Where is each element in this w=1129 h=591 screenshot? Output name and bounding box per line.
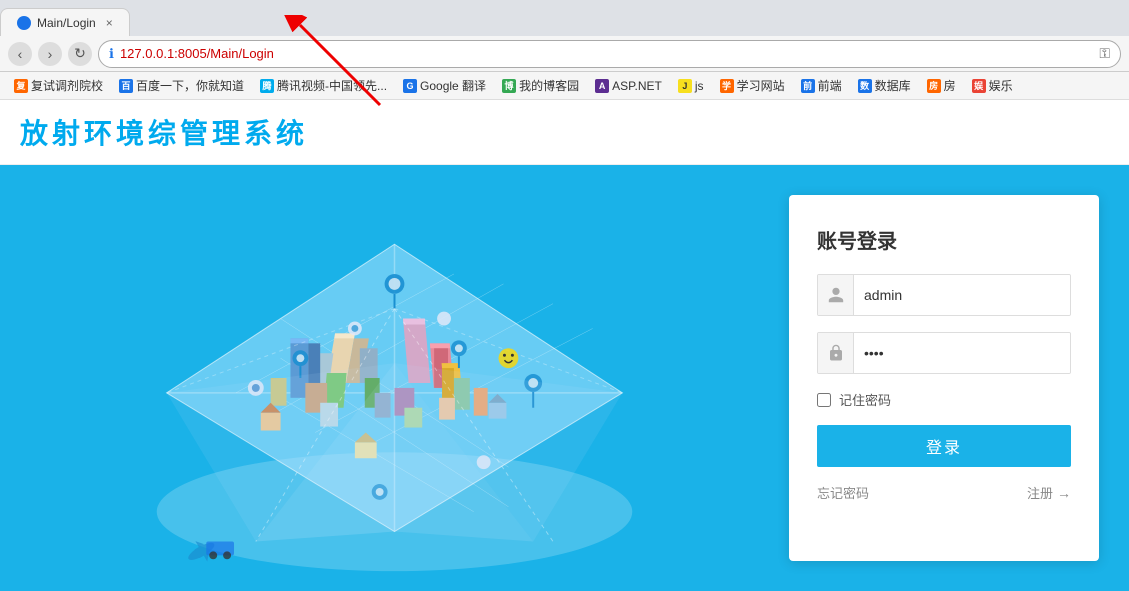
password-input[interactable] bbox=[854, 333, 1070, 373]
bookmark-label-study: 学习网站 bbox=[737, 77, 785, 94]
bookmark-icon-js: J bbox=[678, 79, 692, 93]
login-button[interactable]: 登录 bbox=[817, 425, 1071, 467]
city-area bbox=[0, 165, 789, 591]
username-input[interactable] bbox=[854, 275, 1070, 315]
address-bar-row: ‹ › ↻ ℹ 127.0.0.1:8005/Main/Login ⚿ bbox=[0, 36, 1129, 72]
user-svg-icon bbox=[827, 286, 845, 304]
bookmark-house[interactable]: 房房 bbox=[921, 75, 962, 96]
remember-row: 记住密码 bbox=[817, 390, 1071, 409]
bookmark-label-frontend: 前端 bbox=[818, 77, 842, 94]
password-input-group bbox=[817, 332, 1071, 374]
tab-favicon bbox=[17, 16, 31, 30]
bookmarks-bar: 复复试调剂院校百百度一下，你就知道腾腾讯视频-中国领先...GGoogle 翻译… bbox=[0, 72, 1129, 100]
active-tab[interactable]: Main/Login × bbox=[0, 8, 130, 36]
bookmark-tencent[interactable]: 腾腾讯视频-中国领先... bbox=[254, 75, 393, 96]
bookmark-js[interactable]: Jjs bbox=[672, 77, 710, 95]
address-box[interactable]: ℹ 127.0.0.1:8005/Main/Login ⚿ bbox=[98, 40, 1121, 68]
remember-checkbox[interactable] bbox=[817, 393, 831, 407]
forward-button[interactable]: › bbox=[38, 42, 62, 66]
bookmark-icon-database: 数 bbox=[858, 79, 872, 93]
bookmark-icon-frontend: 前 bbox=[801, 79, 815, 93]
bookmark-icon-tutoring: 复 bbox=[14, 79, 28, 93]
remember-label: 记住密码 bbox=[839, 390, 891, 409]
lock-svg-icon bbox=[827, 344, 845, 362]
bookmark-my-blog[interactable]: 博我的博客园 bbox=[496, 75, 585, 96]
site-title: 放射环境综管理系统 bbox=[20, 112, 308, 152]
login-footer: 忘记密码 注册 → bbox=[817, 483, 1071, 502]
city-illustration bbox=[0, 165, 789, 591]
user-icon bbox=[818, 275, 854, 315]
address-text: 127.0.0.1:8005/Main/Login bbox=[120, 46, 274, 61]
bookmark-label-tutoring: 复试调剂院校 bbox=[31, 77, 103, 94]
bookmark-label-aspnet: ASP.NET bbox=[612, 79, 662, 93]
bookmark-label-google-translate: Google 翻译 bbox=[420, 77, 486, 94]
bookmark-google-translate[interactable]: GGoogle 翻译 bbox=[397, 75, 492, 96]
bookmark-label-entertainment: 娱乐 bbox=[989, 77, 1013, 94]
info-icon: ℹ bbox=[109, 46, 114, 62]
bookmark-icon-entertainment: 娱 bbox=[972, 79, 986, 93]
bookmark-tutoring[interactable]: 复复试调剂院校 bbox=[8, 75, 109, 96]
browser-chrome: Main/Login × ‹ › ↻ ℹ 127.0.0.1:8005/Main… bbox=[0, 0, 1129, 100]
lock-icon bbox=[818, 333, 854, 373]
back-button[interactable]: ‹ bbox=[8, 42, 32, 66]
page-content: 放射环境综管理系统 bbox=[0, 100, 1129, 591]
login-title: 账号登录 bbox=[817, 225, 1071, 254]
bookmark-label-tencent: 腾讯视频-中国领先... bbox=[277, 77, 387, 94]
bookmark-label-database: 数据库 bbox=[875, 77, 911, 94]
page-header: 放射环境综管理系统 bbox=[0, 100, 1129, 165]
bookmark-aspnet[interactable]: AASP.NET bbox=[589, 77, 668, 95]
bookmark-label-baidu: 百度一下，你就知道 bbox=[136, 77, 244, 94]
tab-bar: Main/Login × bbox=[0, 0, 1129, 36]
reload-button[interactable]: ↻ bbox=[68, 42, 92, 66]
bookmark-study[interactable]: 学学习网站 bbox=[714, 75, 791, 96]
forgot-password-link[interactable]: 忘记密码 bbox=[817, 483, 869, 502]
key-icon: ⚿ bbox=[1099, 45, 1110, 62]
login-panel: 账号登录 bbox=[789, 195, 1099, 561]
bookmark-frontend[interactable]: 前前端 bbox=[795, 75, 848, 96]
bookmark-entertainment[interactable]: 娱娱乐 bbox=[966, 75, 1019, 96]
bookmark-icon-my-blog: 博 bbox=[502, 79, 516, 93]
bookmark-icon-baidu: 百 bbox=[119, 79, 133, 93]
bookmark-database[interactable]: 数数据库 bbox=[852, 75, 917, 96]
bookmark-label-house: 房 bbox=[944, 77, 956, 94]
bookmark-baidu[interactable]: 百百度一下，你就知道 bbox=[113, 75, 250, 96]
bookmark-icon-study: 学 bbox=[720, 79, 734, 93]
bookmark-icon-google-translate: G bbox=[403, 79, 417, 93]
tab-title: Main/Login bbox=[37, 16, 96, 30]
username-input-group bbox=[817, 274, 1071, 316]
bookmark-icon-tencent: 腾 bbox=[260, 79, 274, 93]
tab-close-button[interactable]: × bbox=[106, 16, 113, 30]
main-area: 账号登录 bbox=[0, 165, 1129, 591]
register-link[interactable]: 注册 → bbox=[1027, 483, 1071, 502]
register-text: 注册 bbox=[1027, 483, 1053, 502]
bookmark-label-js: js bbox=[695, 79, 704, 93]
bookmark-icon-aspnet: A bbox=[595, 79, 609, 93]
bookmark-label-my-blog: 我的博客园 bbox=[519, 77, 579, 94]
register-arrow-icon: → bbox=[1057, 485, 1071, 501]
bookmark-icon-house: 房 bbox=[927, 79, 941, 93]
